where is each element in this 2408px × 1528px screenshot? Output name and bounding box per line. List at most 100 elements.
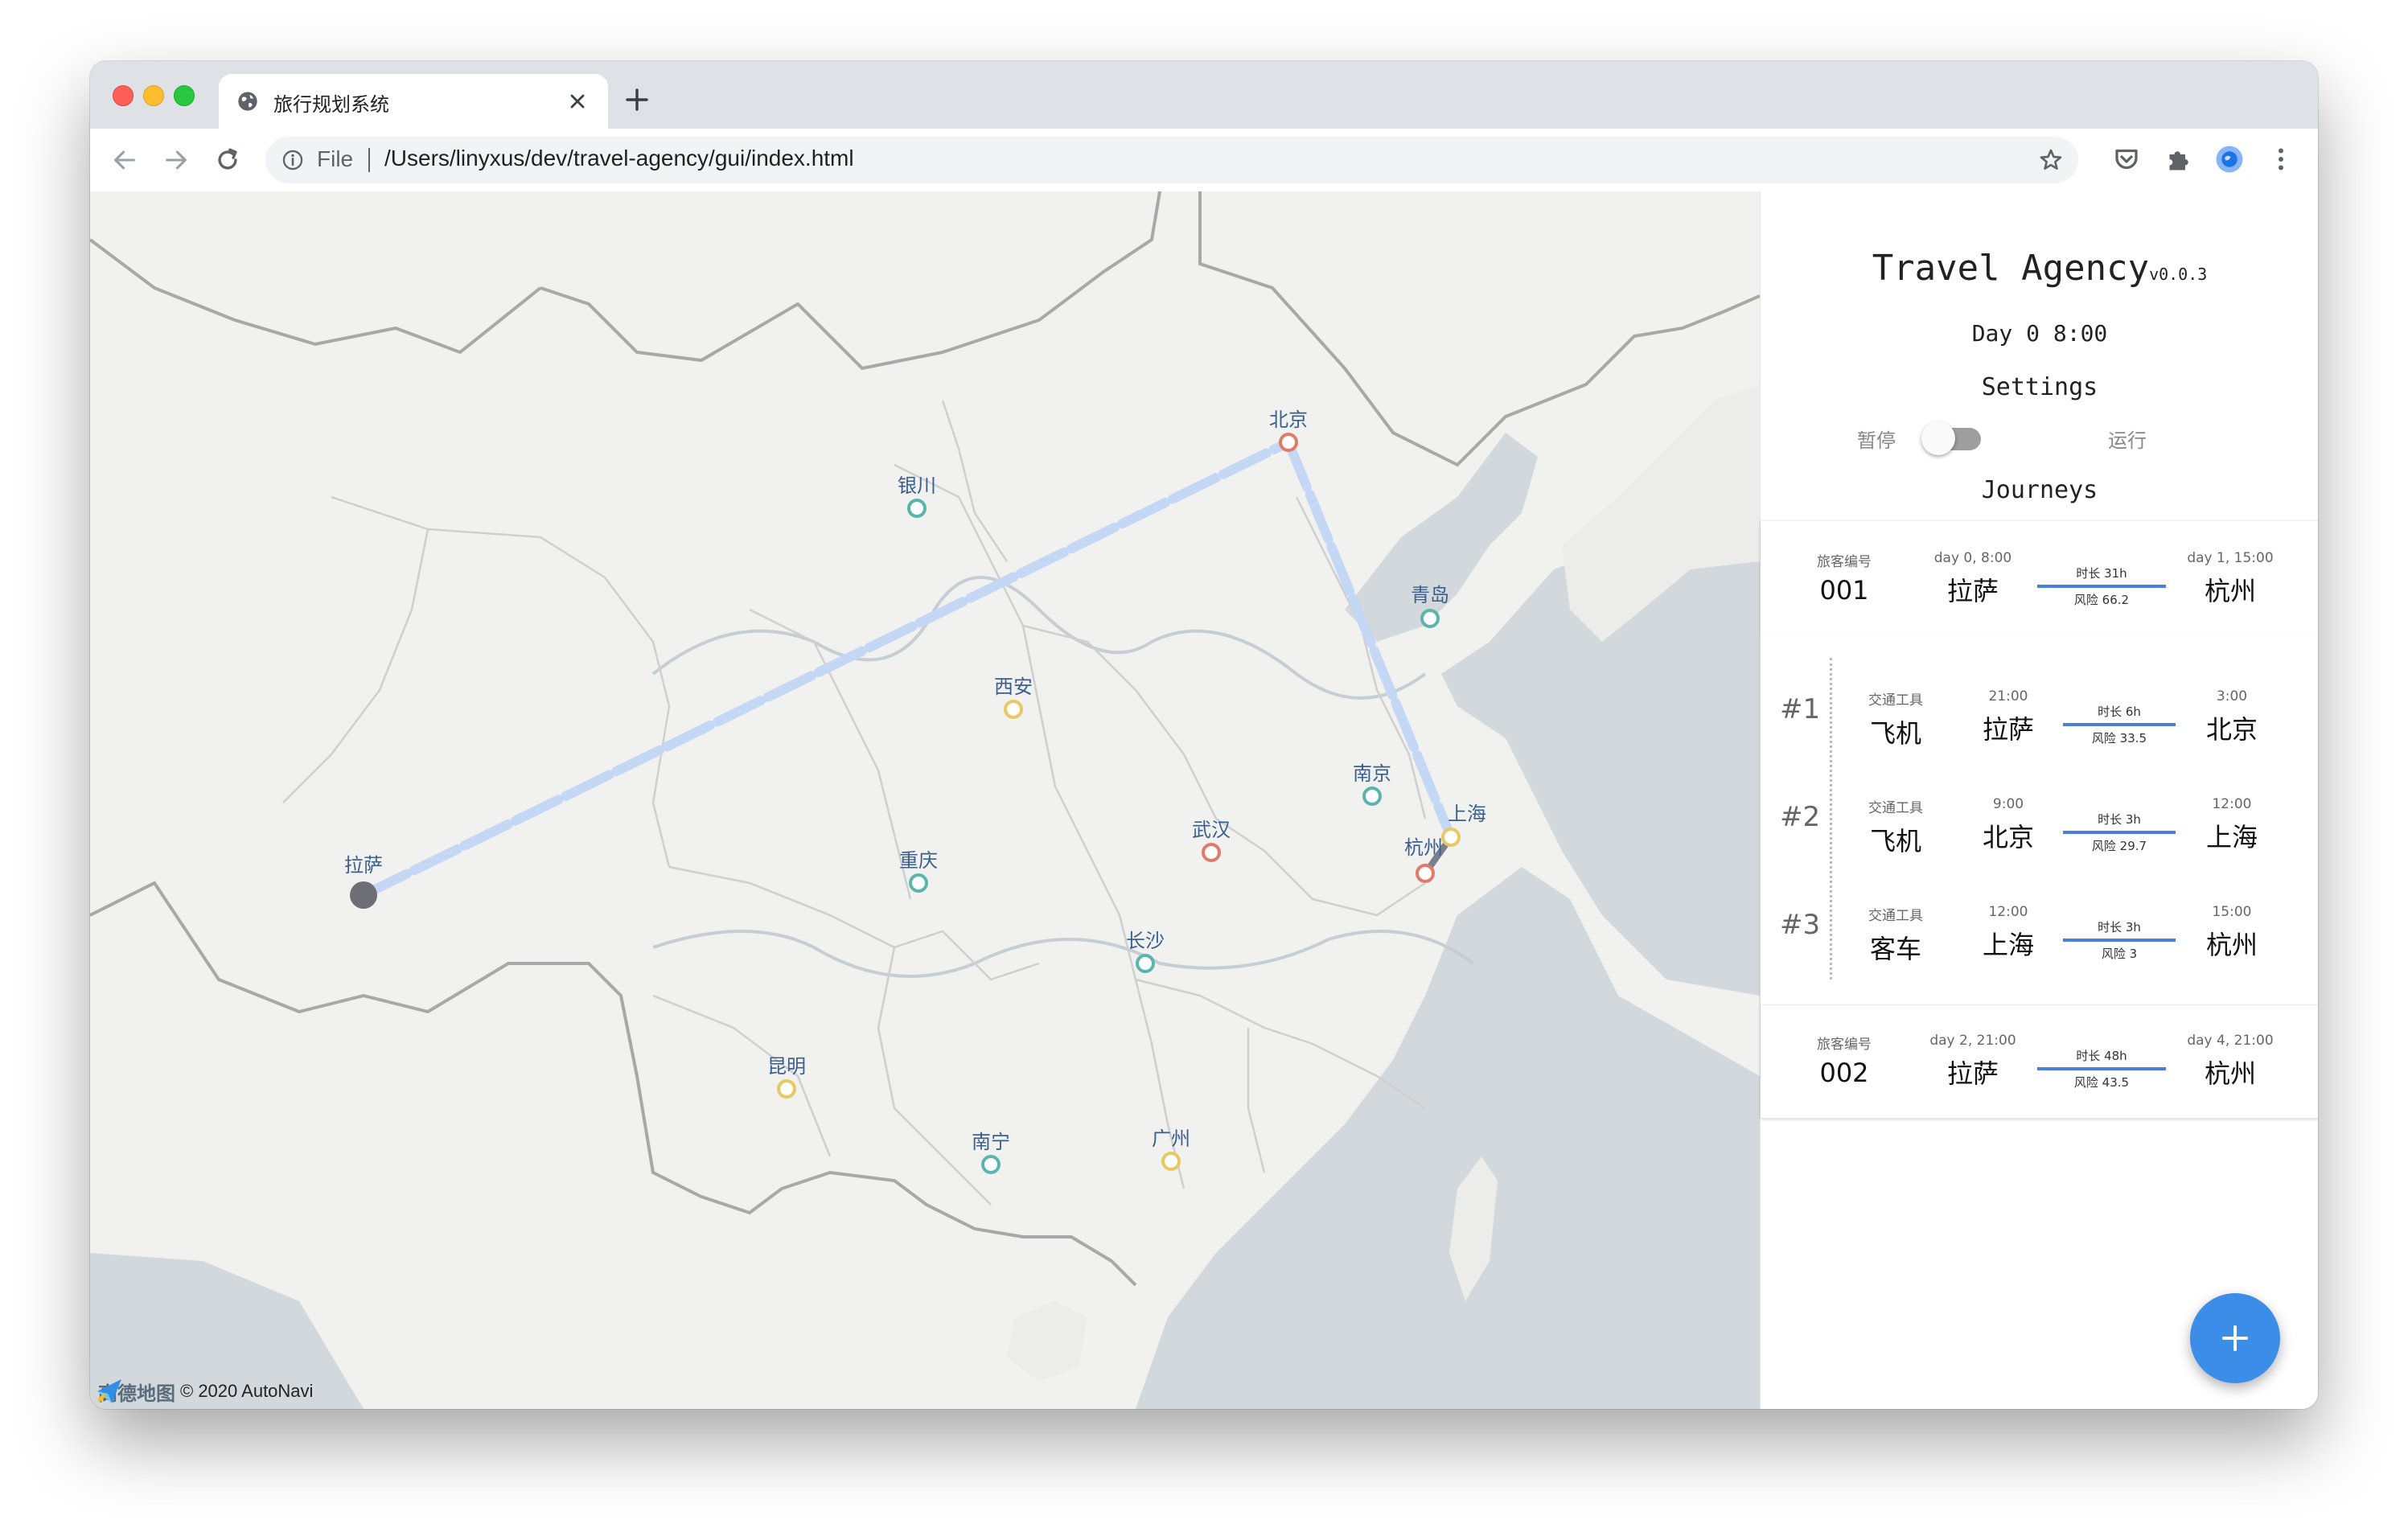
city-marker-lhasa — [350, 881, 377, 909]
step-risk: 风险 3 — [2101, 947, 2138, 961]
minimize-window-button[interactable] — [143, 85, 164, 106]
city-marker-beijing — [1279, 433, 1298, 452]
city-label-wuhan: 武汉 — [1192, 819, 1231, 841]
reload-icon[interactable] — [214, 146, 241, 174]
city-marker-hangzhou — [1416, 864, 1435, 883]
close-tab-icon[interactable] — [566, 90, 589, 113]
step-number: #3 — [1780, 909, 1821, 941]
url-scheme: File — [317, 146, 354, 171]
step-destination-city: 杭州 — [2205, 930, 2258, 960]
close-window-button[interactable] — [113, 85, 134, 106]
info-icon[interactable] — [281, 149, 304, 171]
back-icon[interactable] — [111, 146, 138, 174]
url-separator — [368, 148, 370, 172]
destination-city: 杭州 — [2204, 576, 2257, 606]
mode-value: 飞机 — [1869, 826, 1921, 856]
city-marker-xian — [1004, 700, 1023, 719]
duration-line — [2037, 585, 2166, 588]
step-duration-line — [2063, 939, 2176, 942]
northern-border — [540, 191, 1760, 467]
step-destination-city: 北京 — [2205, 714, 2258, 745]
step-destination: 15:00 杭州 — [2206, 904, 2258, 962]
control-panel: Travel Agencyv0.0.3 Day 0 8:00 Settings … — [1760, 191, 2318, 1409]
new-tab-icon[interactable] — [624, 87, 650, 113]
step-origin: 9:00 北京 — [1983, 796, 2034, 854]
start-time: day 2, 21:00 — [1929, 1033, 2016, 1049]
end-time: day 4, 21:00 — [2187, 1033, 2274, 1049]
step-destination: 3:00 北京 — [2206, 688, 2258, 746]
journey-origin: day 0, 8:00 拉萨 — [1934, 550, 2011, 608]
mode-value: 客车 — [1869, 934, 1921, 964]
pause-label: 暂停 — [1857, 429, 1896, 452]
city-label-chongqing: 重庆 — [899, 849, 938, 872]
globe-icon — [238, 92, 257, 111]
journey-card[interactable]: 旅客编号 002 day 2, 21:00 拉萨 时长 48h 风险 43.5 … — [1761, 1005, 2318, 1118]
origin-city: 拉萨 — [1946, 1058, 1999, 1089]
step-mode: 交通工具 飞机 — [1868, 688, 1923, 750]
yellow-river — [651, 576, 1427, 700]
extensions-puzzle-icon[interactable] — [2164, 145, 2192, 174]
national-border — [90, 881, 1137, 1287]
mode-value: 飞机 — [1869, 718, 1921, 749]
city-marker-yinchuan — [907, 499, 927, 518]
app-title-text: Travel Agency — [1872, 248, 2150, 289]
amap-logo-icon — [97, 1379, 121, 1403]
menu-dots-icon[interactable] — [2266, 145, 2295, 174]
passenger-id: 旅客编号 002 — [1817, 1033, 1872, 1088]
passenger-id: 旅客编号 001 — [1817, 550, 1872, 606]
map-canvas[interactable]: 北京 银川 青岛 西安 南京 上海 杭州 武汉 重庆 长沙 拉萨 昆明 南宁 广… — [90, 191, 1760, 1409]
city-label-guangzhou: 广州 — [1152, 1128, 1190, 1150]
url-text[interactable]: /Users/linyxus/dev/travel-agency/gui/ind… — [384, 146, 854, 171]
city-marker-guangzhou — [1161, 1152, 1181, 1171]
sim-clock: Day 0 8:00 — [1971, 320, 2108, 347]
step-duration: 时长 6h — [2098, 704, 2141, 719]
run-switch-thumb[interactable] — [1921, 421, 1955, 455]
step-end-time: 15:00 — [2212, 904, 2252, 920]
browser-window: 旅行规划系统 File /Users/linyxus/dev/travel-ag… — [90, 61, 2318, 1409]
step-risk: 风险 33.5 — [2091, 731, 2147, 746]
bookmark-star-icon[interactable] — [2038, 147, 2064, 173]
duration-text: 时长 31h — [2076, 566, 2127, 581]
step-end-time: 3:00 — [2216, 688, 2248, 704]
journeys-heading: Journeys — [1981, 476, 2098, 504]
run-label: 运行 — [2108, 429, 2147, 452]
step-start-time: 21:00 — [1988, 688, 2028, 704]
pocket-icon[interactable] — [2112, 145, 2141, 174]
step-duration-bar: 时长 3h 风险 3 — [2063, 918, 2176, 962]
run-toggle-row: 暂停 运行 — [1761, 417, 2318, 457]
app-version: v0.0.3 — [2149, 265, 2208, 284]
browser-tab[interactable]: 旅行规划系统 — [219, 74, 608, 129]
step-origin-city: 北京 — [1982, 822, 2035, 852]
mode-label: 交通工具 — [1868, 800, 1923, 816]
step-mode: 交通工具 客车 — [1868, 904, 1923, 966]
province-boundaries — [282, 400, 1427, 1206]
browser-toolbar: File /Users/linyxus/dev/travel-agency/gu… — [90, 129, 2318, 192]
city-label-hangzhou: 杭州 — [1404, 836, 1443, 859]
forward-icon[interactable] — [162, 146, 190, 174]
steps-timeline — [1830, 658, 1832, 980]
step-destination-city: 上海 — [2205, 822, 2258, 852]
passenger-id-value: 002 — [1819, 1058, 1869, 1088]
add-journey-button[interactable] — [2190, 1293, 2280, 1383]
step-duration: 时长 3h — [2098, 812, 2141, 827]
profile-avatar-icon[interactable] — [2215, 145, 2244, 174]
city-label-kunming: 昆明 — [767, 1055, 806, 1078]
city-marker-chongqing — [909, 873, 928, 893]
journey-duration-bar: 时长 48h 风险 43.5 — [2037, 1047, 2166, 1091]
city-marker-shanghai — [1441, 828, 1461, 847]
page-content: 北京 银川 青岛 西安 南京 上海 杭州 武汉 重庆 长沙 拉萨 昆明 南宁 广… — [90, 191, 2318, 1409]
journey-card[interactable]: 旅客编号 001 day 0, 8:00 拉萨 时长 31h 风险 66.2 d… — [1761, 521, 2318, 634]
address-bar[interactable]: File /Users/linyxus/dev/travel-agency/gu… — [265, 137, 2078, 183]
mode-label: 交通工具 — [1868, 692, 1923, 709]
city-label-changsha: 长沙 — [1126, 930, 1165, 952]
zoom-window-button[interactable] — [174, 85, 195, 106]
passenger-id-label: 旅客编号 — [1817, 554, 1872, 570]
app-title: Travel Agencyv0.0.3 — [1761, 248, 2318, 289]
city-label-shanghai: 上海 — [1448, 803, 1486, 825]
route-lhasa-beijing — [359, 437, 1293, 900]
tab-strip: 旅行规划系统 — [90, 61, 2318, 129]
mode-label: 交通工具 — [1868, 908, 1923, 924]
journey-destination: day 4, 21:00 杭州 — [2187, 1033, 2273, 1091]
map-basemap — [90, 191, 1760, 1409]
step-start-time: 9:00 — [1992, 796, 2024, 812]
